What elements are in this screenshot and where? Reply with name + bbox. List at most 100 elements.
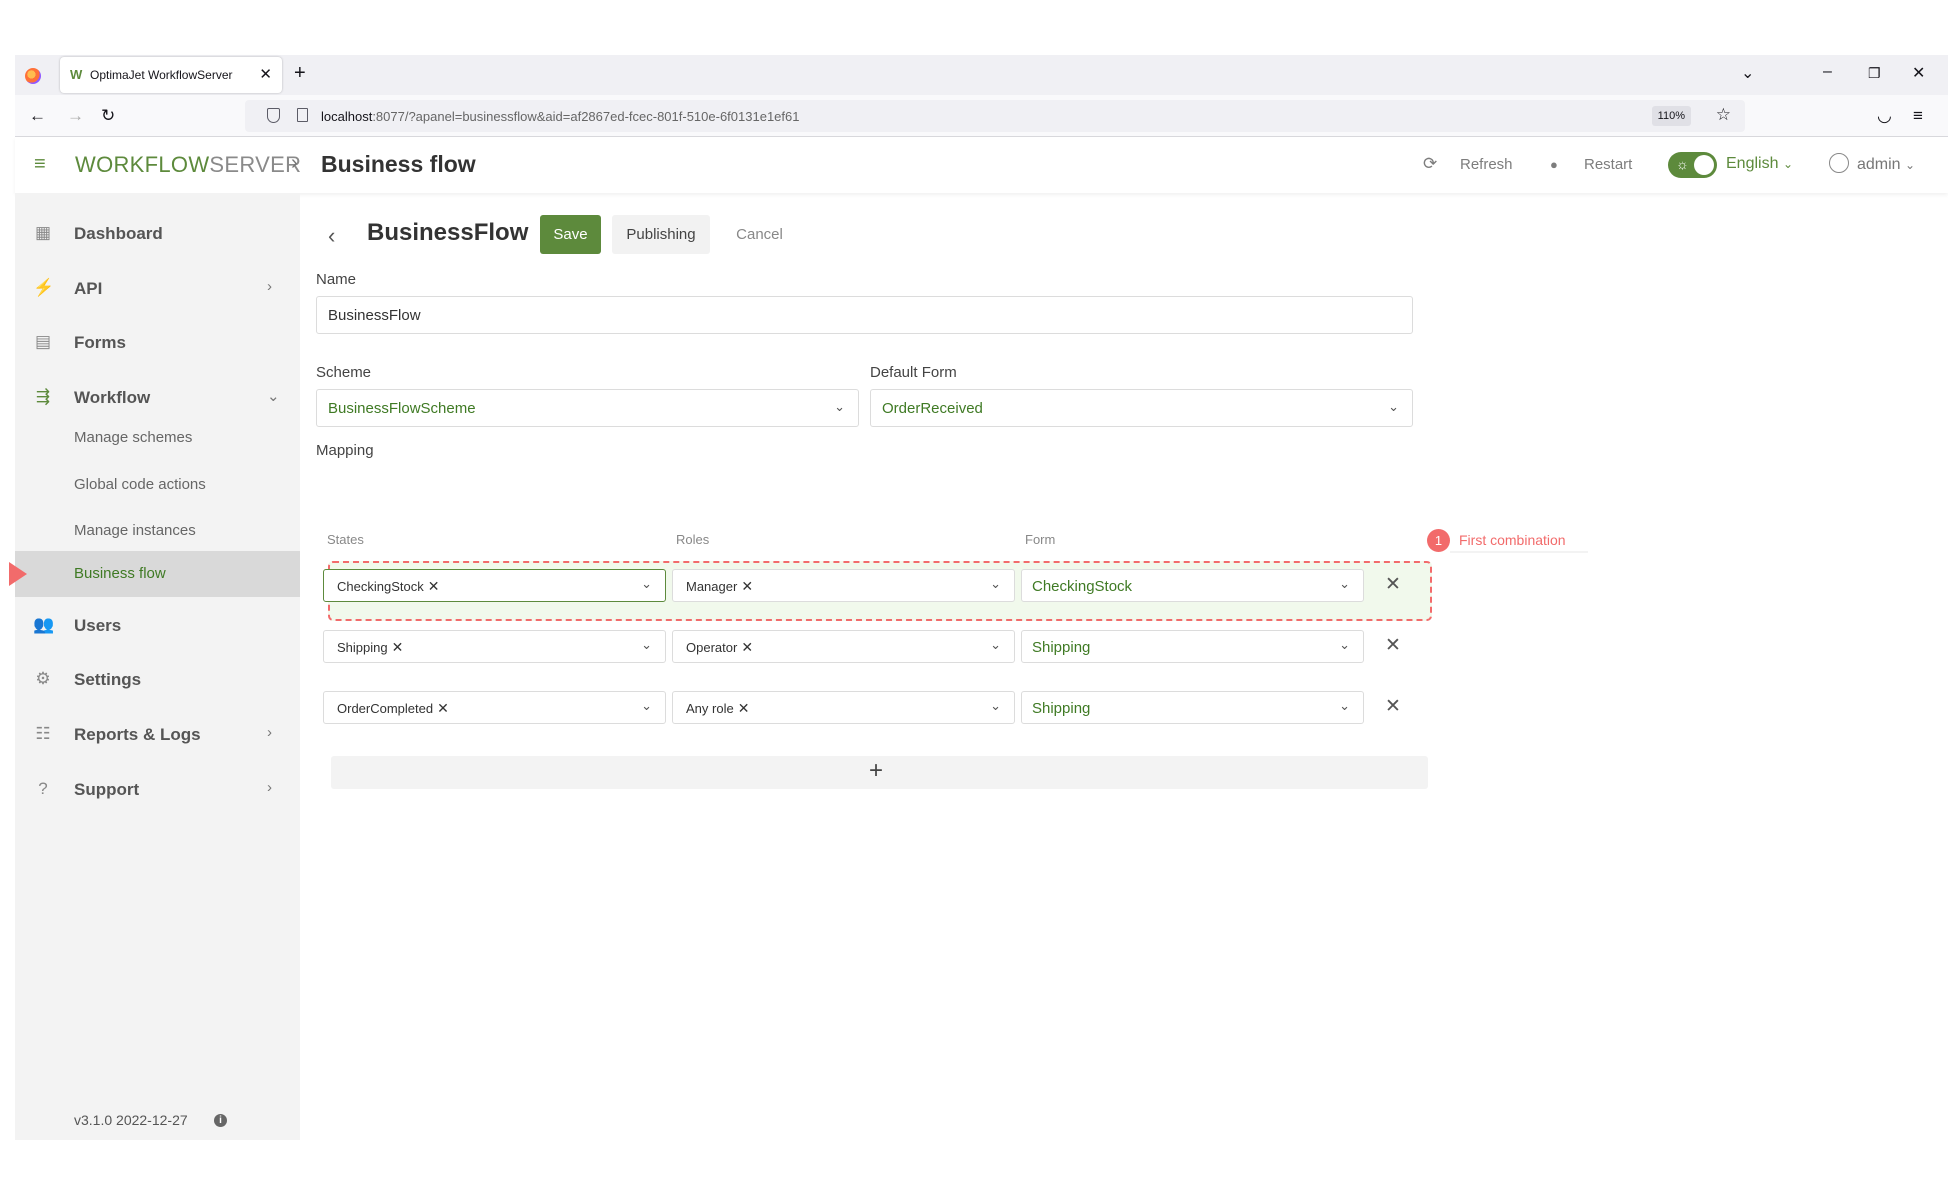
roles-multiselect[interactable]: Operator ✕ ⌄: [672, 630, 1015, 663]
refresh-button[interactable]: Refresh: [1460, 156, 1513, 173]
back-arrow-icon[interactable]: ←: [29, 106, 46, 126]
brand-secondary: SERVER: [209, 152, 302, 177]
sidebar-subitem-global-code-actions[interactable]: Global code actions: [74, 476, 206, 493]
page-info-icon[interactable]: [297, 108, 308, 122]
form-column-header: Form: [1025, 532, 1056, 547]
dashboard-icon: ▦: [34, 223, 52, 242]
shield-icon[interactable]: [267, 108, 280, 123]
tab-title: OptimaJet WorkflowServer: [90, 68, 233, 82]
sidebar-item-label: Support: [74, 780, 140, 799]
user-avatar-icon[interactable]: [1829, 153, 1849, 173]
delete-row-icon[interactable]: ✕: [1385, 573, 1401, 596]
zoom-level[interactable]: 110%: [1651, 106, 1691, 126]
language-selector[interactable]: English ⌄: [1726, 155, 1793, 173]
states-multiselect[interactable]: OrderCompleted ✕ ⌄: [323, 691, 666, 724]
back-chevron-icon[interactable]: ‹: [328, 223, 335, 249]
sidebar-item-users[interactable]: 👥 Users: [15, 607, 300, 643]
save-button[interactable]: Save: [540, 215, 601, 254]
sidebar-item-settings[interactable]: ⚙ Settings: [15, 661, 300, 697]
chip-remove-icon[interactable]: ✕: [428, 578, 440, 594]
user-menu[interactable]: admin ⌄: [1857, 156, 1915, 174]
sidebar-subitem-business-flow[interactable]: Business flow: [9, 551, 300, 597]
default-form-value: OrderReceived: [882, 400, 983, 417]
name-label: Name: [316, 271, 357, 288]
role-chip[interactable]: Any role ✕: [686, 700, 749, 717]
chip-remove-icon[interactable]: ✕: [741, 578, 753, 594]
sidebar-item-label: Settings: [74, 670, 142, 689]
chevron-down-icon: ⌄: [834, 399, 845, 414]
delete-row-icon[interactable]: ✕: [1385, 695, 1401, 718]
states-multiselect[interactable]: CheckingStock ✕ ⌄: [323, 569, 666, 602]
sidebar-item-label: Reports & Logs: [74, 725, 201, 744]
chevron-down-icon: ⌄: [1782, 157, 1793, 171]
menu-icon[interactable]: ≡: [1913, 106, 1923, 126]
sidebar-item-dashboard[interactable]: ▦ Dashboard: [15, 215, 300, 251]
delete-row-icon[interactable]: ✕: [1385, 634, 1401, 657]
state-chip[interactable]: Shipping ✕: [337, 639, 403, 656]
restore-icon[interactable]: ❐: [1868, 65, 1881, 82]
restart-button[interactable]: Restart: [1584, 156, 1632, 173]
info-icon[interactable]: i: [214, 1114, 227, 1127]
sidebar-item-workflow[interactable]: ⇶ Workflow ⌄: [15, 379, 300, 415]
brand-logo[interactable]: WORKFLOWSERVER: [75, 152, 301, 178]
chip-remove-icon[interactable]: ✕: [392, 639, 404, 655]
role-chip[interactable]: Manager ✕: [686, 578, 753, 595]
sidebar-subitem-manage-instances[interactable]: Manage instances: [74, 522, 196, 539]
minimize-icon[interactable]: –: [1823, 63, 1832, 81]
chevron-right-icon: ›: [267, 724, 272, 741]
url-bar[interactable]: localhost:8077/?apanel=businessflow&aid=…: [245, 100, 1745, 132]
tab-close-icon[interactable]: ✕: [259, 65, 272, 83]
refresh-icon[interactable]: ⟳: [1423, 154, 1437, 174]
sidebar-item-reports-logs[interactable]: ☷ Reports & Logs ›: [15, 716, 300, 752]
version-text: v3.1.0 2022-12-27: [74, 1112, 188, 1128]
add-mapping-button[interactable]: +: [331, 756, 1428, 789]
form-select[interactable]: CheckingStock ⌄: [1021, 569, 1364, 602]
forms-icon: ▤: [34, 332, 52, 351]
name-input[interactable]: BusinessFlow: [316, 296, 1413, 334]
sidebar-subitem-manage-schemes[interactable]: Manage schemes: [74, 429, 192, 446]
url-text[interactable]: localhost:8077/?apanel=businessflow&aid=…: [321, 109, 799, 124]
reload-icon[interactable]: ↻: [101, 106, 115, 126]
roles-multiselect[interactable]: Manager ✕ ⌄: [672, 569, 1015, 602]
chip-remove-icon[interactable]: ✕: [738, 700, 750, 716]
form-select[interactable]: Shipping ⌄: [1021, 630, 1364, 663]
chevron-down-icon: ⌄: [990, 637, 1001, 652]
state-chip[interactable]: OrderCompleted ✕: [337, 700, 449, 717]
states-multiselect[interactable]: Shipping ✕ ⌄: [323, 630, 666, 663]
default-form-select[interactable]: OrderReceived ⌄: [870, 389, 1413, 427]
roles-multiselect[interactable]: Any role ✕ ⌄: [672, 691, 1015, 724]
scheme-select[interactable]: BusinessFlowScheme ⌄: [316, 389, 859, 427]
sidebar: ▦ Dashboard ⚡ API › ▤ Forms ⇶ Workflow ⌄…: [9, 193, 300, 1140]
state-chip[interactable]: CheckingStock ✕: [337, 578, 439, 595]
chip-remove-icon[interactable]: ✕: [437, 700, 449, 716]
active-indicator-icon: [9, 562, 27, 586]
form-select[interactable]: Shipping ⌄: [1021, 691, 1364, 724]
hamburger-menu-icon[interactable]: ≡: [34, 153, 46, 176]
bookmark-star-icon[interactable]: ☆: [1716, 105, 1731, 125]
publishing-button[interactable]: Publishing: [612, 215, 710, 254]
role-chip[interactable]: Operator ✕: [686, 639, 753, 656]
browser-tab[interactable]: W OptimaJet WorkflowServer ✕: [60, 57, 282, 93]
new-tab-icon[interactable]: +: [294, 62, 306, 85]
chip-label: Shipping: [337, 640, 388, 655]
cancel-button[interactable]: Cancel: [721, 215, 798, 254]
workflowserver-favicon-icon: W: [70, 67, 83, 82]
restart-icon[interactable]: ●: [1550, 157, 1558, 172]
language-label: English: [1726, 155, 1779, 172]
error-underline: [1450, 551, 1588, 553]
url-path: :8077/?apanel=businessflow&aid=af2867ed-…: [372, 109, 800, 124]
reports-icon: ☷: [35, 724, 51, 743]
chip-remove-icon[interactable]: ✕: [741, 639, 753, 655]
forward-arrow-icon[interactable]: →: [67, 106, 84, 126]
window-close-icon[interactable]: ✕: [1912, 63, 1925, 83]
chevron-down-icon: ⌄: [1388, 399, 1399, 414]
sidebar-item-support[interactable]: ? Support ›: [15, 771, 300, 807]
pocket-icon[interactable]: ◡: [1877, 106, 1892, 126]
chevron-down-icon: ⌄: [990, 576, 1001, 591]
theme-toggle[interactable]: ☼: [1668, 152, 1717, 178]
tab-list-icon[interactable]: ⌄: [1741, 63, 1754, 83]
sidebar-item-forms[interactable]: ▤ Forms: [15, 324, 300, 360]
sidebar-subitem-label: Business flow: [74, 565, 166, 582]
plus-icon: +: [869, 757, 884, 784]
sidebar-item-api[interactable]: ⚡ API ›: [15, 270, 300, 306]
